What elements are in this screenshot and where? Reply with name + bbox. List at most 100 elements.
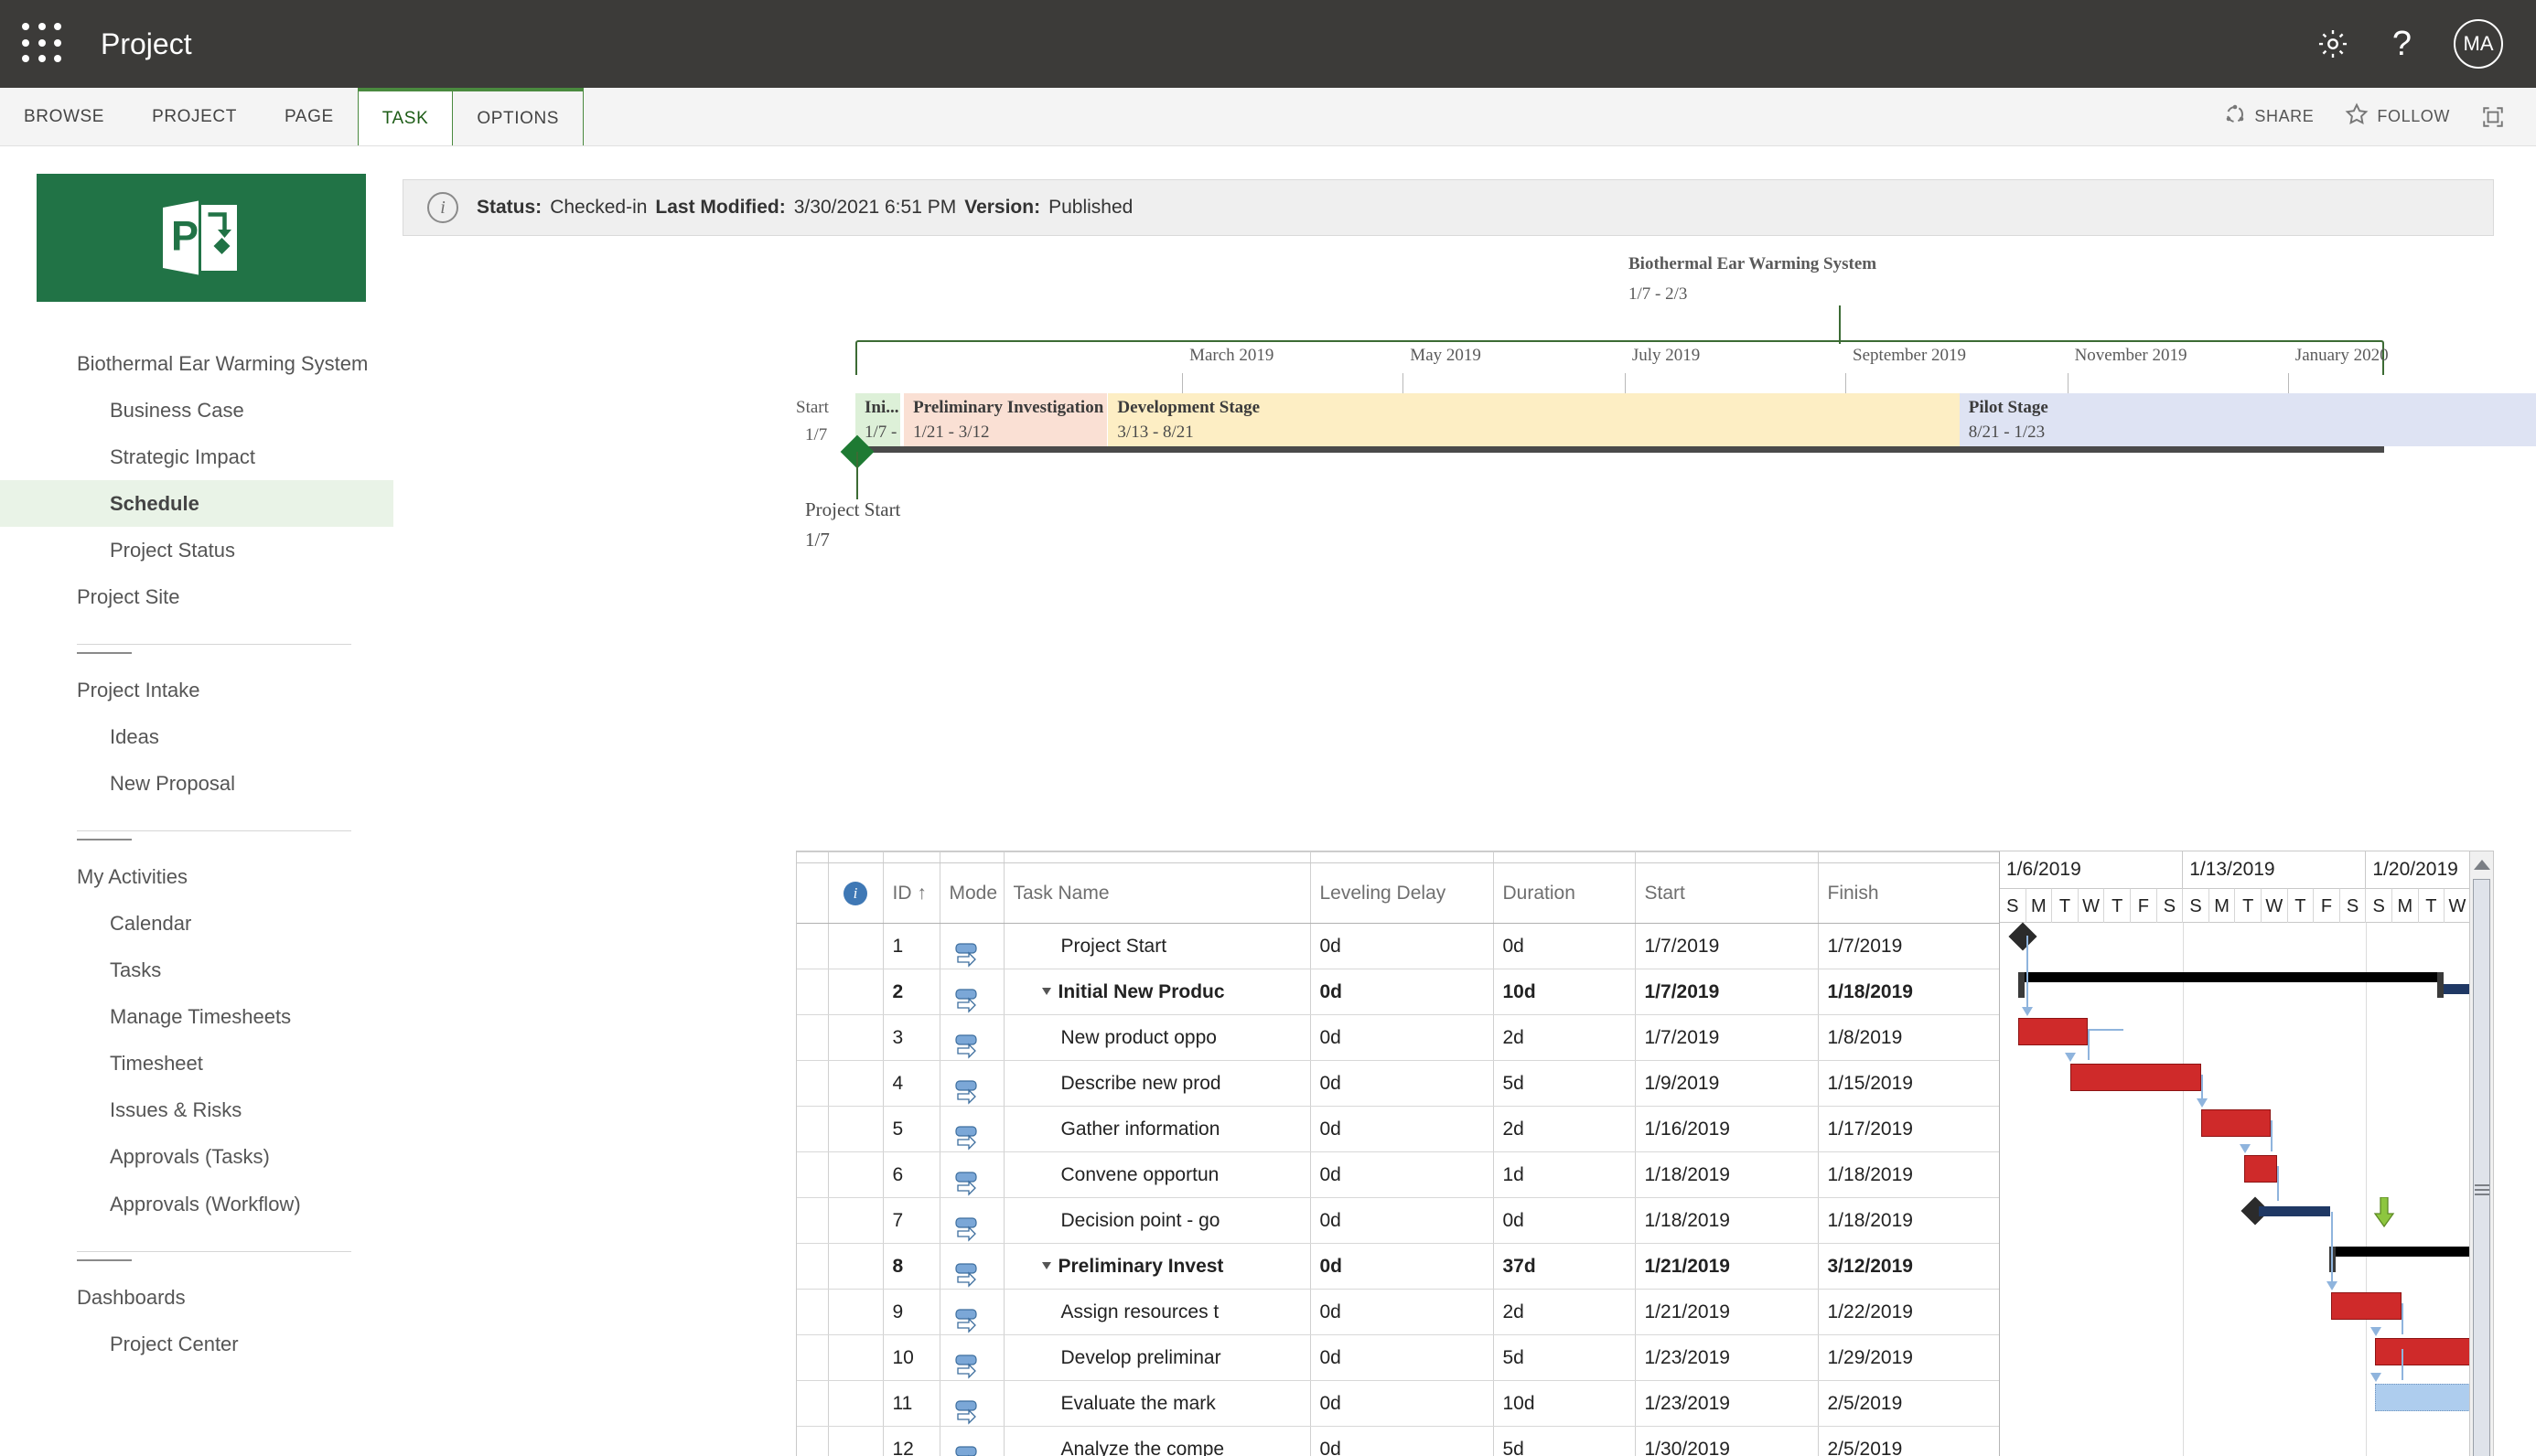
timeline-phase-segment[interactable]: Ini...1/7 - 1 [855,393,900,446]
column-header-mode[interactable]: Mode [940,863,1004,924]
sidebar-item-ideas[interactable]: Ideas [0,713,393,760]
row-select-cell[interactable] [797,1061,828,1107]
finish-date-cell[interactable]: 1/7/2019 [1818,924,2000,969]
task-mode-cell[interactable] [940,969,1004,1015]
table-row[interactable]: 7 Decision point - go0d0d1/18/20191/18/2… [797,1198,2000,1244]
sidebar-item-strategic-impact[interactable]: Strategic Impact [0,434,393,480]
timeline-phase-segment[interactable]: Preliminary Investigation ...1/21 - 3/12 [904,393,1107,446]
duration-cell[interactable]: 0d [1493,1198,1635,1244]
task-name-cell[interactable]: Gather information [1004,1107,1310,1152]
leveling-delay-cell[interactable]: 0d [1310,1427,1493,1456]
duration-cell[interactable]: 5d [1493,1427,1635,1456]
column-header-duration[interactable]: Duration [1493,863,1635,924]
sidebar-item-calendar[interactable]: Calendar [0,900,393,947]
task-id-cell[interactable]: 5 [883,1107,940,1152]
column-header-start[interactable]: Start [1635,863,1818,924]
row-info-cell[interactable] [828,1015,883,1061]
start-date-cell[interactable]: 1/7/2019 [1635,969,1818,1015]
start-date-cell[interactable]: 1/30/2019 [1635,1427,1818,1456]
row-info-cell[interactable] [828,1290,883,1335]
start-date-cell[interactable]: 1/7/2019 [1635,1015,1818,1061]
task-name-cell[interactable]: Decision point - go [1004,1198,1310,1244]
finish-date-cell[interactable]: 1/18/2019 [1818,969,2000,1015]
finish-date-cell[interactable]: 1/17/2019 [1818,1107,2000,1152]
row-info-cell[interactable] [828,969,883,1015]
row-select-cell[interactable] [797,1107,828,1152]
task-mode-cell[interactable] [940,1061,1004,1107]
finish-date-cell[interactable]: 2/5/2019 [1818,1381,2000,1427]
start-date-cell[interactable]: 1/23/2019 [1635,1381,1818,1427]
start-date-cell[interactable]: 1/9/2019 [1635,1061,1818,1107]
row-select-cell[interactable] [797,924,828,969]
duration-cell[interactable]: 37d [1493,1244,1635,1290]
sidebar-item-tasks[interactable]: Tasks [0,947,393,993]
question-mark-icon[interactable]: ? [2392,27,2412,61]
task-id-cell[interactable]: 12 [883,1427,940,1456]
row-info-cell[interactable] [828,1427,883,1456]
task-name-cell[interactable]: Convene opportun [1004,1152,1310,1198]
start-date-cell[interactable]: 1/21/2019 [1635,1290,1818,1335]
gear-icon[interactable] [2316,27,2350,61]
finish-date-cell[interactable]: 1/18/2019 [1818,1198,2000,1244]
start-date-cell[interactable]: 1/21/2019 [1635,1244,1818,1290]
column-header-select[interactable] [797,863,828,924]
task-name-cell[interactable]: New product oppo [1004,1015,1310,1061]
focus-on-content-icon[interactable] [2481,105,2505,129]
table-row[interactable]: 2 Initial New Produc0d10d1/7/20191/18/20… [797,969,2000,1015]
task-mode-cell[interactable] [940,1427,1004,1456]
row-info-cell[interactable] [828,1061,883,1107]
table-row[interactable]: 6 Convene opportun0d1d1/18/20191/18/2019 [797,1152,2000,1198]
task-mode-cell[interactable] [940,1244,1004,1290]
gantt-vertical-scrollbar[interactable] [2469,851,2493,1456]
row-select-cell[interactable] [797,1427,828,1456]
sidebar-item-project-site[interactable]: Project Site [0,573,393,620]
sidebar-item-issues-risks[interactable]: Issues & Risks [0,1087,393,1133]
table-row[interactable]: 9 Assign resources t0d2d1/21/20191/22/20… [797,1290,2000,1335]
sidebar-item-my-activities[interactable]: My Activities [0,853,393,900]
leveling-delay-cell[interactable]: 0d [1310,1107,1493,1152]
task-name-cell[interactable]: Develop preliminar [1004,1335,1310,1381]
ribbon-tab-browse[interactable]: BROWSE [0,88,128,145]
table-row[interactable]: 8 Preliminary Invest0d37d1/21/20193/12/2… [797,1244,2000,1290]
sidebar-item-schedule[interactable]: Schedule [0,480,393,527]
finish-date-cell[interactable]: 1/29/2019 [1818,1335,2000,1381]
row-select-cell[interactable] [797,1335,828,1381]
task-mode-cell[interactable] [940,1335,1004,1381]
leveling-delay-cell[interactable]: 0d [1310,1290,1493,1335]
sidebar-item-new-proposal[interactable]: New Proposal [0,760,393,807]
sidebar-item-timesheet[interactable]: Timesheet [0,1040,393,1087]
start-date-cell[interactable]: 1/23/2019 [1635,1335,1818,1381]
sidebar-item-project-center[interactable]: Project Center [0,1321,393,1367]
finish-date-cell[interactable]: 3/12/2019 [1818,1244,2000,1290]
finish-date-cell[interactable]: 2/5/2019 [1818,1427,2000,1456]
task-mode-cell[interactable] [940,1198,1004,1244]
duration-cell[interactable]: 10d [1493,1381,1635,1427]
leveling-delay-cell[interactable]: 0d [1310,1152,1493,1198]
column-header-finish[interactable]: Finish [1818,863,2000,924]
task-id-cell[interactable]: 1 [883,924,940,969]
sidebar-item-project-intake[interactable]: Project Intake [0,667,393,713]
task-grid-pane[interactable]: i ID ↑ Mode Task Name Leveling Delay Dur… [797,851,2000,1456]
gantt-scroll-thumb[interactable] [2473,879,2490,1456]
task-name-cell[interactable]: Assign resources t [1004,1290,1310,1335]
task-mode-cell[interactable] [940,1381,1004,1427]
table-row[interactable]: 3 New product oppo0d2d1/7/20191/8/2019 [797,1015,2000,1061]
task-name-cell[interactable]: Project Start [1004,924,1310,969]
table-row[interactable]: 4 Describe new prod0d5d1/9/20191/15/2019 [797,1061,2000,1107]
duration-cell[interactable]: 2d [1493,1015,1635,1061]
start-date-cell[interactable]: 1/7/2019 [1635,924,1818,969]
gantt-chart-pane[interactable]: 1/6/20191/13/20191/20/20191/27/20SMTWTFS… [2000,851,2493,1456]
duration-cell[interactable]: 5d [1493,1061,1635,1107]
ribbon-tab-options[interactable]: OPTIONS [453,88,584,145]
table-row[interactable]: 12 Analyze the compe0d5d1/30/20192/5/201… [797,1427,2000,1456]
leveling-delay-cell[interactable]: 0d [1310,1061,1493,1107]
duration-cell[interactable]: 5d [1493,1335,1635,1381]
start-date-cell[interactable]: 1/18/2019 [1635,1152,1818,1198]
row-info-cell[interactable] [828,1152,883,1198]
leveling-delay-cell[interactable]: 0d [1310,1015,1493,1061]
task-id-cell[interactable]: 7 [883,1198,940,1244]
follow-button[interactable]: FOLLOW [2345,102,2450,131]
task-mode-cell[interactable] [940,1290,1004,1335]
ribbon-tab-project[interactable]: PROJECT [128,88,261,145]
timeline-phase-segment[interactable]: Pilot Stage8/21 - 1/23 [1960,393,2536,446]
